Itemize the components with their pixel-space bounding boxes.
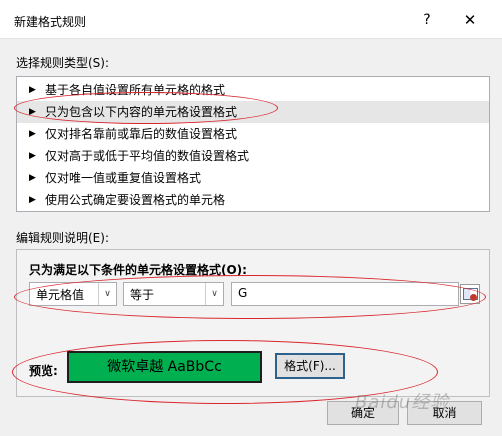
close-button[interactable]: ✕ [454, 7, 486, 33]
title-bar: 新建格式规则 ? ✕ [0, 0, 502, 39]
rule-item-unique-duplicate[interactable]: ▶ 仅对唯一值或重复值设置格式 [17, 167, 489, 189]
rule-item-label: 仅对唯一值或重复值设置格式 [45, 171, 202, 185]
rule-item-label: 仅对高于或低于平均值的数值设置格式 [45, 149, 250, 163]
rule-item-formula[interactable]: ▶ 使用公式确定要设置格式的单元格 [17, 189, 489, 211]
triangle-right-icon: ▶ [29, 129, 36, 139]
triangle-right-icon: ▶ [29, 85, 36, 95]
annotation-ellipse [14, 92, 278, 124]
rule-item-above-below-average[interactable]: ▶ 仅对高于或低于平均值的数值设置格式 [17, 145, 489, 167]
rule-item-label: 使用公式确定要设置格式的单元格 [45, 193, 226, 207]
rule-item-top-bottom[interactable]: ▶ 仅对排名靠前或靠后的数值设置格式 [17, 123, 489, 145]
help-button[interactable]: ? [413, 7, 441, 33]
rule-item-label: 仅对排名靠前或靠后的数值设置格式 [45, 127, 238, 141]
annotation-ellipse [14, 275, 486, 319]
rule-type-label: 选择规则类型(S): [16, 56, 110, 70]
watermark: Baidu经验 [355, 392, 450, 413]
triangle-right-icon: ▶ [29, 173, 36, 183]
rule-desc-label: 编辑规则说明(E): [16, 231, 109, 245]
dialog-title: 新建格式规则 [14, 15, 87, 29]
triangle-right-icon: ▶ [29, 151, 36, 161]
triangle-right-icon: ▶ [29, 195, 36, 205]
